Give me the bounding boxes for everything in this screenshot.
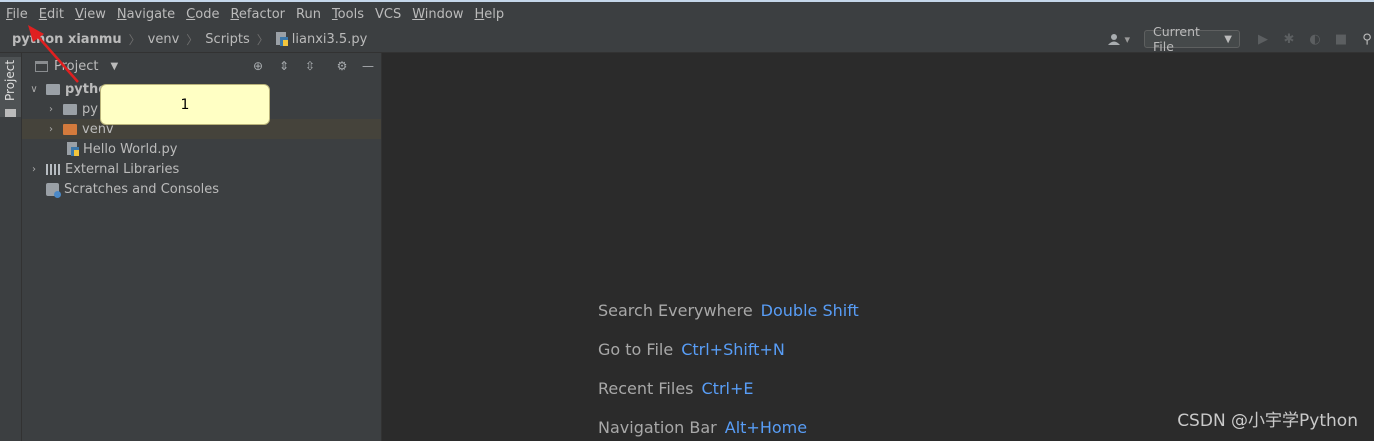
- project-tool-label: Project: [3, 59, 17, 101]
- folder-icon: [63, 123, 77, 135]
- tree-item-scratches[interactable]: Scratches and Consoles: [22, 179, 381, 199]
- locate-icon[interactable]: ⊕: [251, 59, 265, 73]
- chevron-down-icon[interactable]: ▼: [110, 61, 118, 72]
- hint-label: Recent Files: [598, 379, 694, 398]
- breadcrumb-file[interactable]: lianxi3.5.py: [292, 32, 368, 47]
- coverage-icon[interactable]: ◐: [1308, 32, 1322, 47]
- breadcrumb-scripts[interactable]: Scripts: [205, 32, 249, 47]
- debug-icon[interactable]: ✱: [1282, 32, 1296, 47]
- tree-label-libs: External Libraries: [65, 161, 180, 177]
- hint-go-to-file: Go to File Ctrl+Shift+N: [598, 340, 785, 359]
- breadcrumb-separator-icon: 〉: [256, 32, 269, 47]
- expand-all-icon[interactable]: ⇕: [277, 59, 291, 73]
- gear-icon[interactable]: ⚙: [335, 59, 349, 73]
- run-icon[interactable]: ▶: [1256, 32, 1270, 47]
- editor-area[interactable]: Search Everywhere Double Shift Go to File…: [382, 53, 1374, 441]
- hide-icon[interactable]: —: [361, 59, 375, 73]
- menu-run[interactable]: Run: [296, 7, 321, 22]
- hint-shortcut: Alt+Home: [724, 418, 808, 437]
- library-icon: [46, 163, 60, 175]
- menu-help[interactable]: Help: [474, 7, 504, 22]
- tree-item-external-libraries[interactable]: › External Libraries: [22, 159, 381, 179]
- hint-label: Search Everywhere: [598, 301, 753, 320]
- chevron-down-icon: ▼: [1224, 33, 1232, 45]
- hint-navigation-bar: Navigation Bar Alt+Home: [598, 418, 807, 437]
- watermark: CSDN @小宇学Python: [1177, 411, 1358, 431]
- navigation-bar: python xianmu 〉 venv 〉 Scripts 〉 lianxi3…: [0, 24, 1374, 54]
- hint-shortcut: Ctrl+E: [701, 379, 754, 398]
- chevron-right-icon[interactable]: ›: [45, 124, 57, 135]
- search-icon[interactable]: ⚲: [1360, 32, 1374, 47]
- hint-recent-files: Recent Files Ctrl+E: [598, 379, 753, 398]
- chevron-right-icon[interactable]: ›: [28, 164, 40, 175]
- breadcrumb-separator-icon: 〉: [186, 32, 199, 47]
- menu-refactor[interactable]: Refactor: [230, 7, 285, 22]
- breadcrumb-venv[interactable]: venv: [148, 32, 180, 47]
- menu-vcs[interactable]: VCS: [375, 7, 401, 22]
- user-icon[interactable]: ▾: [1108, 33, 1130, 46]
- run-configuration-label: Current File: [1153, 24, 1200, 54]
- scratches-icon: [46, 182, 61, 198]
- run-configuration-select[interactable]: Current File ▼: [1144, 24, 1240, 54]
- tree-item-hello[interactable]: Hello World.py: [22, 139, 381, 159]
- tree-label-hello: Hello World.py: [83, 141, 178, 157]
- breadcrumb-separator-icon: 〉: [128, 32, 141, 47]
- menu-code[interactable]: Code: [186, 7, 219, 22]
- toolbar-right: ▾ Current File ▼ ▶ ✱ ◐ ■ ⚲: [1108, 24, 1374, 54]
- hint-shortcut: Double Shift: [760, 301, 859, 320]
- project-tool-tab[interactable]: Project: [0, 57, 21, 117]
- hint-shortcut: Ctrl+Shift+N: [681, 340, 785, 359]
- callout-label: 1: [180, 96, 190, 113]
- annotation-arrow-icon: [28, 25, 79, 83]
- menu-window[interactable]: Window: [412, 7, 463, 22]
- python-file-icon: [67, 142, 79, 156]
- menu-file[interactable]: File: [6, 7, 28, 22]
- hint-label: Navigation Bar: [598, 418, 717, 437]
- panel-toolbar: ⊕ ⇕ ⇳ ⚙ —: [239, 53, 375, 79]
- menu-view[interactable]: View: [75, 7, 106, 22]
- menu-tools[interactable]: Tools: [332, 7, 364, 22]
- folder-icon: [5, 109, 16, 117]
- menu-navigate[interactable]: Navigate: [117, 7, 175, 22]
- step-callout: 1: [100, 84, 270, 125]
- collapse-all-icon[interactable]: ⇳: [303, 59, 317, 73]
- python-file-icon: [275, 32, 288, 46]
- hint-label: Go to File: [598, 340, 674, 359]
- menu-edit[interactable]: Edit: [39, 7, 64, 22]
- stop-icon[interactable]: ■: [1334, 32, 1348, 47]
- menu-bar: File Edit View Navigate Code Refactor Ru…: [0, 2, 1374, 26]
- hint-search-everywhere: Search Everywhere Double Shift: [598, 301, 859, 320]
- tool-window-stripe: Project: [0, 53, 22, 441]
- tree-label-scratches: Scratches and Consoles: [64, 181, 220, 197]
